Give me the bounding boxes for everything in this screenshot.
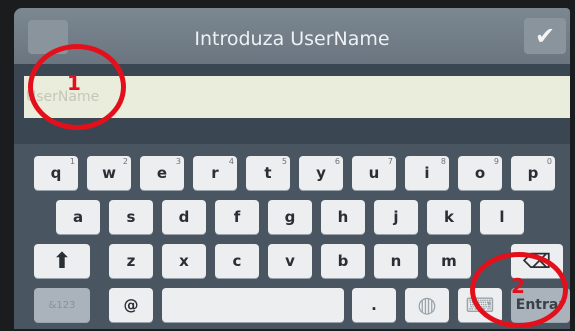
language-key[interactable]: ◍ xyxy=(405,288,449,322)
globe-icon: ◍ xyxy=(417,292,437,318)
key-s[interactable]: s xyxy=(109,200,153,234)
key-number-hint: 8 xyxy=(440,157,446,166)
key-i[interactable]: i8 xyxy=(405,156,449,190)
key-label: r xyxy=(211,164,219,182)
key-label: u xyxy=(368,164,380,182)
key-label: t xyxy=(264,164,272,182)
key-number-hint: 5 xyxy=(281,157,287,166)
key-label: p xyxy=(527,164,539,182)
key-b[interactable]: b xyxy=(321,244,365,278)
key-label: w xyxy=(102,164,116,182)
key-c[interactable]: c xyxy=(215,244,259,278)
key-p[interactable]: p0 xyxy=(511,156,555,190)
checkmark-icon: ✔ xyxy=(534,22,556,50)
key-f[interactable]: f xyxy=(215,200,259,234)
annotation-number-1: 1 xyxy=(67,71,81,95)
key-z[interactable]: z xyxy=(109,244,153,278)
key-number-hint: 2 xyxy=(122,157,128,166)
key-l[interactable]: l xyxy=(480,200,524,234)
key-m[interactable]: m xyxy=(427,244,471,278)
key-e[interactable]: e3 xyxy=(140,156,184,190)
confirm-button[interactable]: ✔ xyxy=(524,18,566,54)
key-number-hint: 4 xyxy=(228,157,234,166)
dialog-title: Introduza UserName xyxy=(194,28,390,50)
annotation-number-2: 2 xyxy=(511,274,525,298)
shift-icon: ⬆ xyxy=(52,248,72,274)
key-h[interactable]: h xyxy=(321,200,365,234)
key-number-hint: 7 xyxy=(387,157,393,166)
key-u[interactable]: u7 xyxy=(352,156,396,190)
key-k[interactable]: k xyxy=(427,200,471,234)
key-label: o xyxy=(474,164,486,182)
shift-key[interactable]: ⬆ xyxy=(34,244,90,278)
key-w[interactable]: w2 xyxy=(87,156,131,190)
key-at[interactable]: @ xyxy=(109,288,153,322)
key-v[interactable]: v xyxy=(268,244,312,278)
key-number-hint: 6 xyxy=(334,157,340,166)
key-y[interactable]: y6 xyxy=(299,156,343,190)
key-label: e xyxy=(156,164,168,182)
key-d[interactable]: d xyxy=(162,200,206,234)
key-x[interactable]: x xyxy=(162,244,206,278)
key-number-hint: 0 xyxy=(546,157,552,166)
key-dot[interactable]: . xyxy=(352,288,396,322)
key-number-hint: 3 xyxy=(175,157,181,166)
key-o[interactable]: o9 xyxy=(458,156,502,190)
key-r[interactable]: r4 xyxy=(193,156,237,190)
key-a[interactable]: a xyxy=(56,200,100,234)
key-g[interactable]: g xyxy=(268,200,312,234)
key-number-hint: 9 xyxy=(493,157,499,166)
key-t[interactable]: t5 xyxy=(246,156,290,190)
key-label: y xyxy=(316,164,326,182)
key-label: q xyxy=(50,164,62,182)
key-n[interactable]: n xyxy=(374,244,418,278)
key-j[interactable]: j xyxy=(374,200,418,234)
key-q[interactable]: q1 xyxy=(34,156,78,190)
symbols-key[interactable]: &123 xyxy=(34,288,90,322)
spacebar[interactable] xyxy=(162,288,344,322)
key-label: i xyxy=(424,164,430,182)
key-number-hint: 1 xyxy=(69,157,75,166)
